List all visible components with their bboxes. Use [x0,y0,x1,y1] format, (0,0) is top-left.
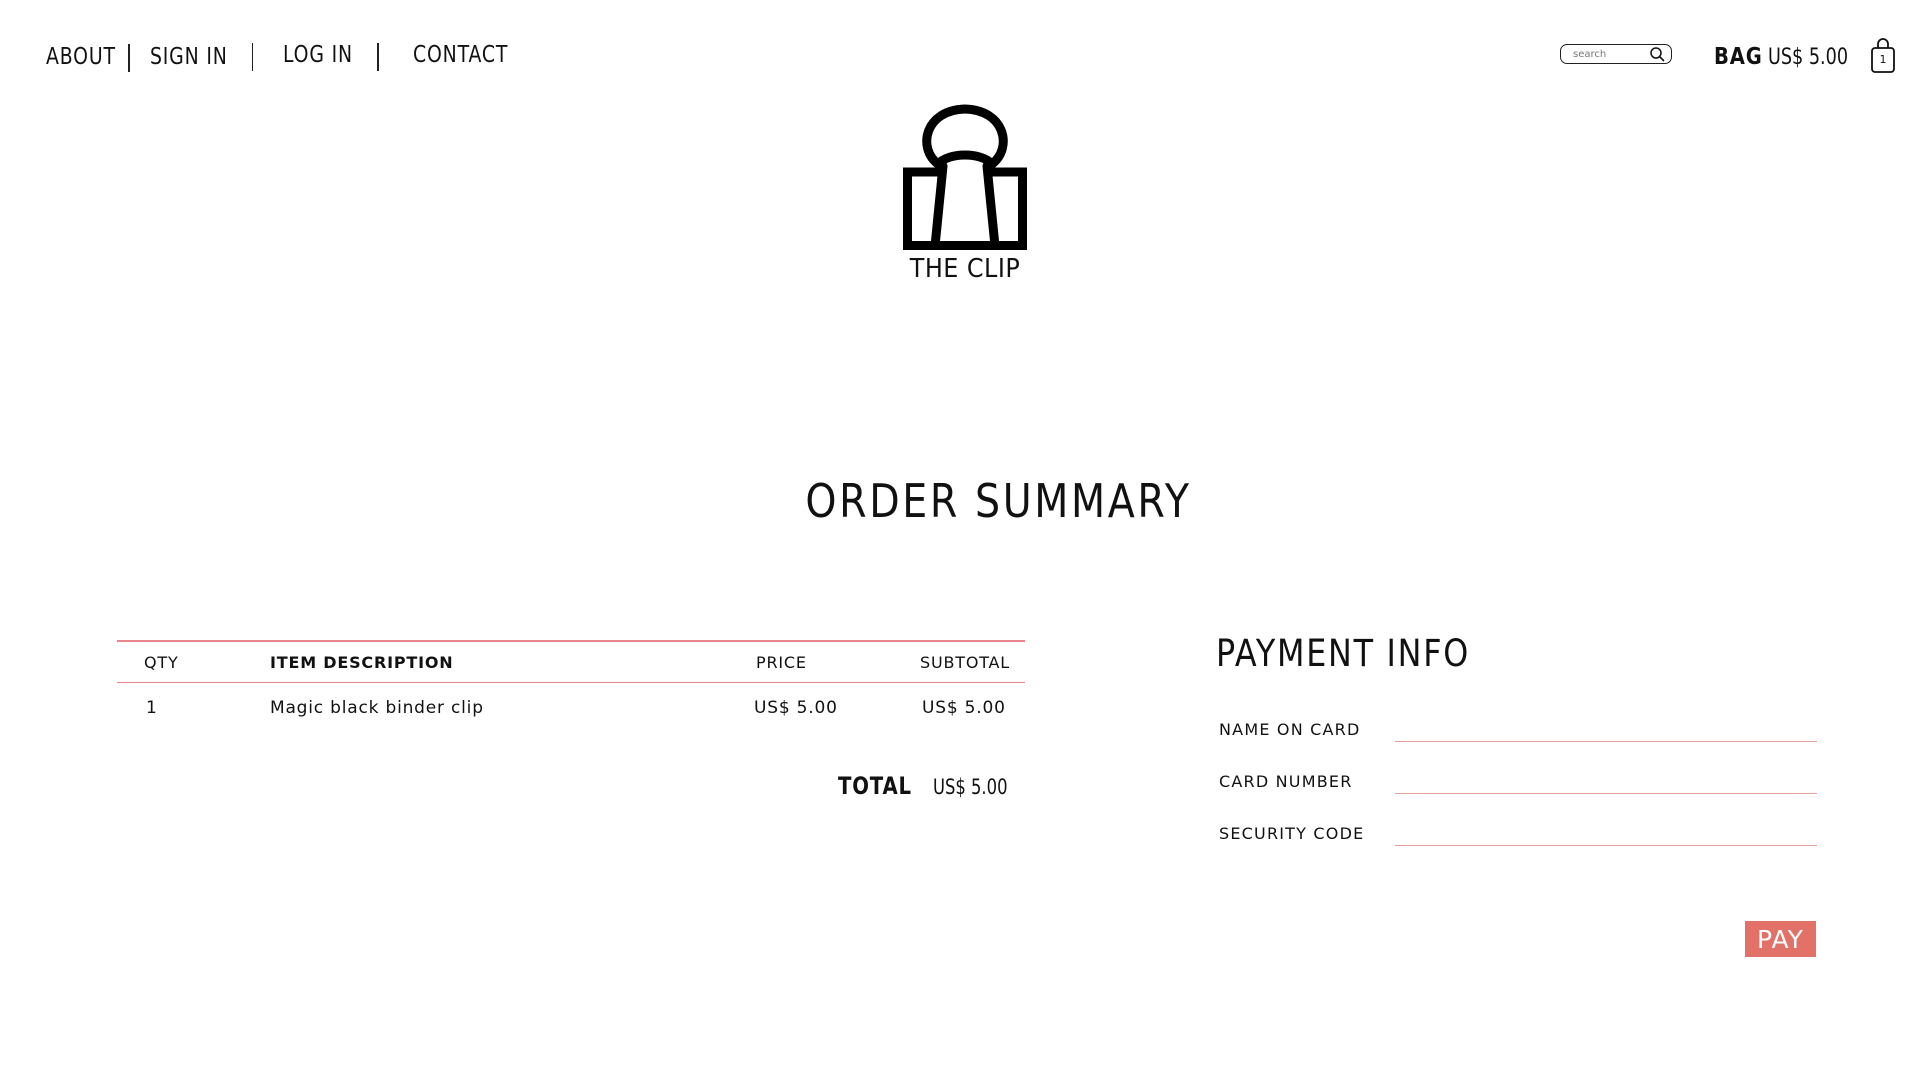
table-row: 1 Magic black binder clip US$ 5.00 US$ 5… [117,683,1025,735]
search-icon[interactable] [1649,46,1665,62]
binder-clip-icon[interactable] [903,100,1027,255]
card-number-field: CARD NUMBER [1219,772,1817,802]
page-title: ORDER SUMMARY [805,474,1193,528]
row-qty: 1 [146,698,158,718]
nav-sign-in-link[interactable]: SIGN IN [150,44,234,70]
column-header-description: ITEM DESCRIPTION [270,652,454,672]
search-box [1560,44,1672,64]
nav-log-in-link[interactable]: LOG IN [283,42,360,68]
bag-label: BAG [1714,44,1763,70]
brand-name: THE CLIP [909,254,1021,284]
shopping-bag-icon[interactable]: 1 [1870,36,1896,74]
name-on-card-label: NAME ON CARD [1219,720,1361,739]
card-number-label: CARD NUMBER [1219,772,1353,791]
column-header-price: PRICE [756,652,807,672]
top-nav: ABOUT SIGN IN LOG IN CONTACT [46,36,533,72]
name-on-card-field: NAME ON CARD [1219,720,1817,750]
payment-title: PAYMENT INFO [1216,632,1470,675]
row-subtotal: US$ 5.00 [922,698,1006,718]
security-code-label: SECURITY CODE [1219,824,1365,843]
nav-divider [251,43,253,71]
shopping-bag[interactable]: BAG US$ 5.00 1 [1714,38,1896,74]
security-code-input[interactable] [1395,824,1817,846]
nav-divider [377,43,379,71]
total-label: TOTAL [838,772,912,800]
table-header: QTY ITEM DESCRIPTION PRICE SUBTOTAL [117,642,1025,682]
search-input[interactable] [1573,48,1649,60]
pay-button[interactable]: PAY [1745,921,1816,957]
nav-about-link[interactable]: ABOUT [46,44,115,70]
total-value: US$ 5.00 [933,775,1008,799]
card-number-input[interactable] [1395,772,1817,794]
name-on-card-input[interactable] [1395,720,1817,742]
bag-count-badge: 1 [1879,53,1887,66]
column-header-qty: QTY [144,652,179,672]
security-code-field: SECURITY CODE [1219,824,1817,854]
row-price: US$ 5.00 [754,698,838,718]
nav-contact-link[interactable]: CONTACT [413,42,511,68]
order-total: TOTAL US$ 5.00 [838,772,1029,800]
row-description: Magic black binder clip [270,698,484,718]
order-table: QTY ITEM DESCRIPTION PRICE SUBTOTAL 1 Ma… [117,640,1025,735]
nav-divider [128,44,130,72]
bag-total: US$ 5.00 [1768,44,1849,70]
column-header-subtotal: SUBTOTAL [920,652,1011,672]
